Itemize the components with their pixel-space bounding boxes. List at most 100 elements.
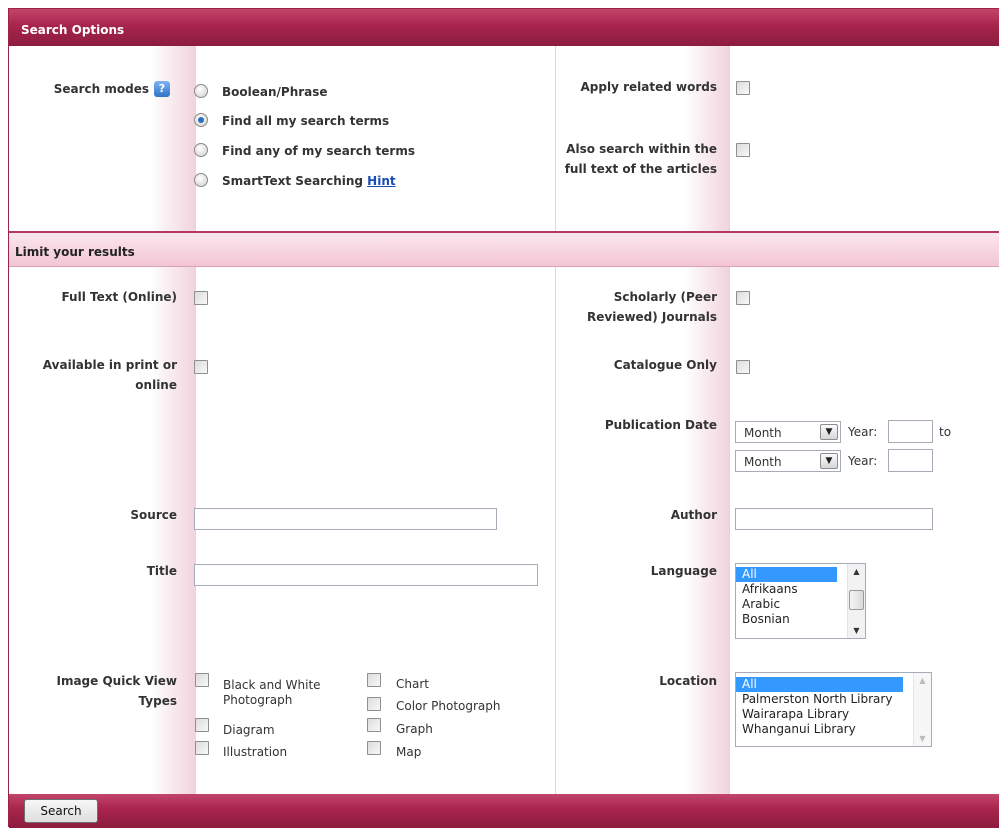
source-label: Source	[130, 508, 177, 522]
image-types-label: Image Quick View Types	[19, 671, 177, 711]
full-text-online-label: Full Text (Online)	[61, 290, 177, 304]
bw-photograph-checkbox[interactable]	[195, 673, 209, 687]
search-modes-label: Search modes	[53, 82, 149, 96]
search-options-panel: Search Options Search modes ? Boolean/Ph…	[8, 8, 999, 828]
mode-label-boolean: Boolean/Phrase	[222, 85, 328, 99]
diagram-label: Diagram	[223, 723, 275, 737]
author-input[interactable]	[735, 508, 933, 530]
from-month-select[interactable]: Month ▼	[735, 421, 841, 443]
bottom-bar	[9, 794, 999, 828]
graph-label: Graph	[396, 722, 433, 736]
bw-photograph-label-line1: Black and White	[223, 678, 321, 692]
scholarly-checkbox[interactable]	[736, 291, 750, 305]
full-text-online-checkbox[interactable]	[194, 291, 208, 305]
help-question-icon[interactable]: ?	[154, 81, 170, 97]
image-types-label-line1: Image Quick View	[56, 674, 177, 688]
chevron-down-icon: ▼	[820, 453, 838, 469]
publication-date-label: Publication Date	[604, 418, 717, 432]
full-text-search-label-line2: full text of the articles	[564, 162, 717, 176]
bw-photograph-label: Black and White Photograph	[223, 678, 321, 708]
limit-results-title: Limit your results	[15, 245, 135, 259]
column-shade	[150, 46, 195, 231]
from-year-label: Year:	[848, 425, 878, 439]
list-item[interactable]: All	[736, 567, 837, 582]
color-photograph-label: Color Photograph	[396, 699, 501, 713]
mode-radio-find-any[interactable]	[194, 143, 208, 157]
map-label: Map	[396, 745, 422, 759]
scholarly-label-line2: Reviewed) Journals	[587, 310, 717, 324]
available-checkbox[interactable]	[194, 360, 208, 374]
illustration-checkbox[interactable]	[195, 741, 209, 755]
mode-radio-smarttext[interactable]	[194, 173, 208, 187]
scholarly-label: Scholarly (Peer Reviewed) Journals	[555, 287, 717, 327]
column-divider	[729, 267, 730, 794]
language-scrollbar[interactable]: ▲ ▼	[847, 564, 865, 638]
limit-results-header: Limit your results	[9, 231, 999, 267]
column-shade	[150, 267, 195, 794]
list-item[interactable]: Bosnian	[736, 612, 865, 627]
map-checkbox[interactable]	[367, 741, 381, 755]
location-listbox[interactable]: All Palmerston North Library Wairarapa L…	[735, 672, 932, 747]
apply-related-words-label: Apply related words	[580, 80, 717, 94]
column-divider	[555, 267, 556, 794]
illustration-label: Illustration	[223, 745, 288, 759]
column-divider	[729, 46, 730, 231]
to-label: to	[939, 425, 952, 439]
diagram-checkbox[interactable]	[195, 718, 209, 732]
list-item[interactable]: Wairarapa Library	[736, 707, 931, 722]
mode-label-find-any: Find any of my search terms	[222, 144, 415, 158]
search-options-title: Search Options	[21, 23, 125, 37]
available-label: Available in print or online	[19, 355, 177, 395]
available-label-line1: Available in print or	[42, 358, 177, 372]
color-photograph-checkbox[interactable]	[367, 697, 381, 711]
location-label: Location	[659, 674, 717, 688]
hint-link[interactable]: Hint	[367, 174, 395, 188]
bw-photograph-label-line2: Photograph	[223, 693, 293, 707]
mode-radio-find-all[interactable]	[194, 113, 208, 127]
language-listbox[interactable]: All Afrikaans Arabic Bosnian ▲ ▼	[735, 563, 866, 639]
full-text-search-label: Also search within the full text of the …	[555, 139, 717, 179]
scroll-down-icon[interactable]: ▼	[848, 623, 865, 638]
to-month-select[interactable]: Month ▼	[735, 450, 841, 472]
to-year-label: Year:	[848, 454, 878, 468]
from-month-value: Month	[744, 426, 782, 440]
column-divider	[195, 46, 196, 231]
to-year-input[interactable]	[888, 449, 933, 472]
smarttext-label: SmartText Searching	[222, 174, 363, 188]
author-label: Author	[670, 508, 717, 522]
apply-related-words-checkbox[interactable]	[736, 81, 750, 95]
column-shade	[684, 267, 729, 794]
full-text-search-checkbox[interactable]	[736, 143, 750, 157]
catalogue-only-checkbox[interactable]	[736, 360, 750, 374]
mode-radio-boolean[interactable]	[194, 84, 208, 98]
column-divider	[195, 267, 196, 794]
catalogue-only-label: Catalogue Only	[613, 358, 717, 372]
list-item[interactable]: Afrikaans	[736, 582, 865, 597]
scroll-up-icon[interactable]: ▲	[914, 673, 931, 688]
list-item[interactable]: Palmerston North Library	[736, 692, 931, 707]
scholarly-label-line1: Scholarly (Peer	[613, 290, 717, 304]
search-options-header: Search Options	[9, 9, 999, 46]
scroll-down-icon[interactable]: ▼	[914, 731, 931, 746]
mode-label-find-all: Find all my search terms	[222, 114, 390, 128]
image-types-label-line2: Types	[138, 694, 177, 708]
language-label: Language	[650, 564, 717, 578]
list-item[interactable]: Arabic	[736, 597, 865, 612]
source-input[interactable]	[194, 508, 497, 530]
scroll-up-icon[interactable]: ▲	[848, 564, 865, 579]
to-month-value: Month	[744, 455, 782, 469]
title-label: Title	[146, 564, 177, 578]
scroll-thumb[interactable]	[849, 590, 864, 610]
chart-label: Chart	[396, 677, 429, 691]
list-item[interactable]: Whanganui Library	[736, 722, 931, 737]
from-year-input[interactable]	[888, 420, 933, 443]
graph-checkbox[interactable]	[367, 718, 381, 732]
chevron-down-icon: ▼	[820, 424, 838, 440]
list-item[interactable]: All	[736, 677, 903, 692]
location-scrollbar[interactable]: ▲ ▼	[913, 673, 931, 746]
title-input[interactable]	[194, 564, 538, 586]
chart-checkbox[interactable]	[367, 673, 381, 687]
mode-label-smarttext: SmartText Searching Hint	[222, 173, 396, 189]
search-button[interactable]: Search	[24, 799, 98, 823]
available-label-line2: online	[135, 378, 177, 392]
